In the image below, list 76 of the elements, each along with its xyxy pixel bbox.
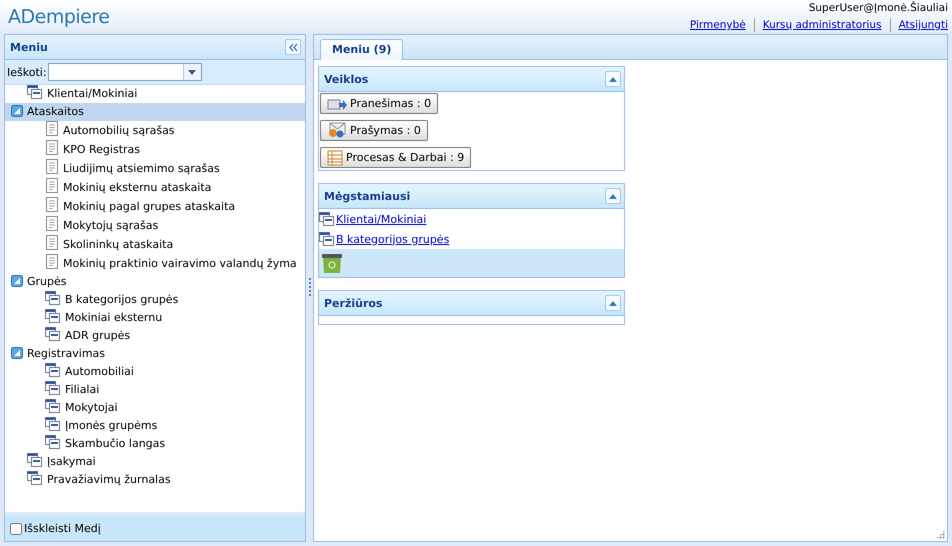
double-chevron-icon	[288, 42, 298, 52]
collapse-button[interactable]	[285, 39, 301, 55]
tree-item[interactable]: Klientai/Mokiniai	[5, 85, 305, 103]
tree-item[interactable]: B kategorijos grupės	[5, 291, 305, 309]
tree-item[interactable]: Skambučio langas	[5, 435, 305, 453]
caret-up-icon	[609, 194, 617, 198]
activity-button[interactable]: Prašymas : 0	[320, 120, 428, 141]
tree-item[interactable]: Pravažiavimų žurnalas	[5, 471, 305, 489]
window-icon	[45, 363, 61, 377]
window-icon	[45, 291, 61, 305]
window-icon	[27, 471, 43, 485]
portlet-title: Veiklos	[324, 72, 368, 86]
document-icon	[45, 159, 59, 174]
tree-item[interactable]: Mokinių eksternu ataskaita	[5, 178, 305, 197]
app-logo: ADempiere	[8, 6, 110, 28]
tree-item[interactable]: Mokiniai eksternu	[5, 309, 305, 327]
envelope-arrow-icon	[327, 96, 347, 110]
tree-item[interactable]: Registravimas	[5, 345, 305, 363]
document-icon	[45, 121, 59, 136]
folder-toggle-icon[interactable]	[11, 275, 23, 287]
window-icon	[45, 327, 61, 341]
expand-tree-checkbox[interactable]	[10, 522, 22, 534]
tree-item[interactable]: Mokytojų sąrašas	[5, 216, 305, 235]
favorite-link[interactable]: Klientai/Mokiniai	[336, 212, 426, 226]
window-icon	[45, 381, 61, 395]
activity-button[interactable]: Pranešimas : 0	[320, 93, 438, 114]
portlet-title: Mėgstamiausi	[324, 190, 410, 202]
header-link[interactable]: Pirmenybė	[690, 19, 746, 31]
tree-item[interactable]: Mokytojai	[5, 399, 305, 417]
folder-toggle-icon[interactable]	[11, 105, 23, 117]
window-icon	[45, 309, 61, 323]
search-field[interactable]	[48, 63, 202, 81]
tree-item[interactable]: Filialai	[5, 381, 305, 399]
tree-item[interactable]: Mokinių praktinio vairavimo valandų žyma	[5, 254, 305, 273]
mail-people-icon	[327, 122, 347, 140]
document-icon	[45, 216, 59, 231]
tree-item[interactable]: Mokinių pagal grupes ataskaita	[5, 197, 305, 216]
favorite-link[interactable]: B kategorijos grupės	[336, 232, 450, 246]
tree-item[interactable]: Automobiliai	[5, 363, 305, 381]
window-icon	[45, 417, 61, 431]
list-icon	[327, 150, 343, 166]
tree-item[interactable]: Grupės	[5, 273, 305, 291]
tree-item[interactable]: Skolininkų ataskaita	[5, 235, 305, 254]
user-name: SuperUser@Įmonė.Šiauliai	[808, 2, 948, 14]
caret-up-icon	[609, 76, 617, 82]
panel-title: Meniu	[10, 40, 48, 54]
tree-item[interactable]: Liudijimų atsiemimo sąrašas	[5, 159, 305, 178]
tree-item[interactable]: Įmonės grupėms	[5, 417, 305, 435]
trash-bin-icon[interactable]	[321, 252, 343, 274]
document-icon	[45, 235, 59, 250]
document-icon	[45, 197, 59, 212]
checkbox-label: Išskleisti Medį	[24, 522, 101, 535]
tree-item[interactable]: ADR grupės	[5, 327, 305, 345]
tree-item[interactable]: KPO Registras	[5, 140, 305, 159]
window-icon	[45, 435, 61, 449]
collapse-button[interactable]	[605, 71, 621, 87]
tab[interactable]: Meniu (9)	[320, 39, 404, 60]
collapse-button[interactable]	[605, 188, 621, 204]
search-label: Ieškoti:	[7, 66, 47, 78]
document-icon	[45, 254, 59, 269]
collapse-button[interactable]	[605, 295, 621, 311]
caret-up-icon	[609, 300, 617, 306]
window-icon	[45, 399, 61, 413]
header-link[interactable]: Kursų administratorius	[762, 19, 882, 31]
folder-toggle-icon[interactable]	[11, 347, 23, 359]
document-icon	[45, 140, 59, 155]
tree-item[interactable]: Ataskaitos	[5, 103, 305, 121]
portlet-title: Peržiūros	[324, 296, 382, 310]
caret-icon	[188, 70, 196, 74]
tree-item[interactable]: Įsakymai	[5, 453, 305, 471]
document-icon	[45, 178, 59, 193]
window-icon	[27, 453, 43, 467]
window-icon	[27, 85, 43, 99]
activity-button[interactable]: Procesas & Darbai : 9	[320, 147, 472, 168]
header-link[interactable]: Atsijungti	[898, 19, 948, 31]
tree-item[interactable]: Automobilių sąrašas	[5, 121, 305, 140]
